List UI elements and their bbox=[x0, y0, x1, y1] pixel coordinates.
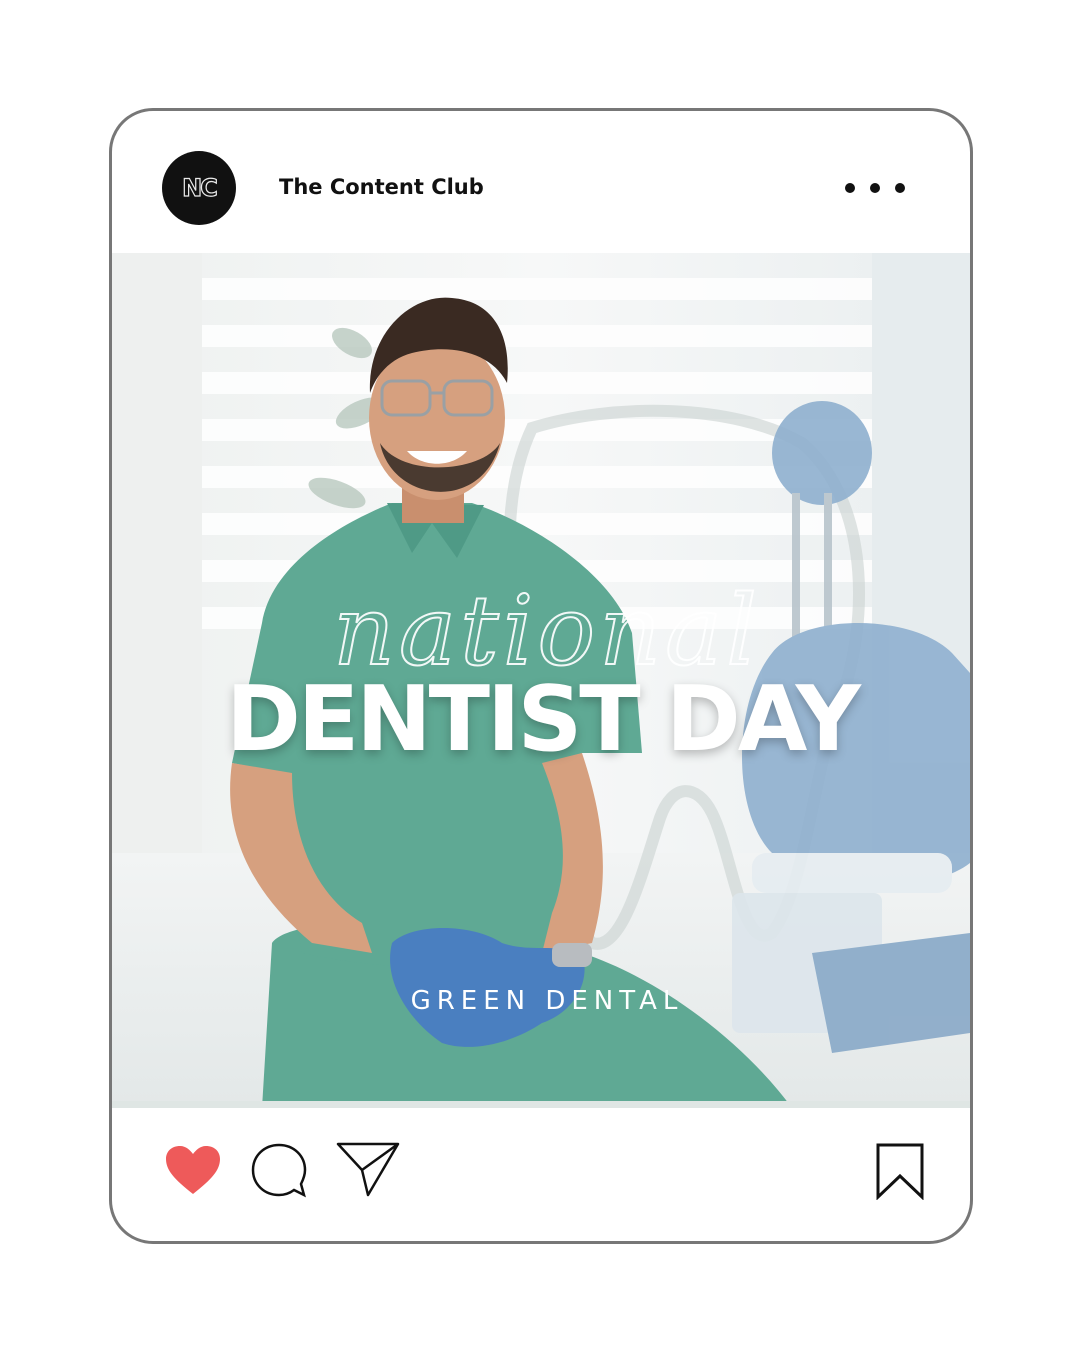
main-title: DENTIST DAY bbox=[226, 667, 861, 772]
post-card: NC The Content Club national DENTIST DAY… bbox=[109, 108, 973, 1244]
avatar-initials: NC bbox=[182, 173, 219, 202]
paper-plane-icon[interactable] bbox=[336, 1140, 400, 1203]
post-header: NC The Content Club bbox=[112, 111, 970, 253]
account-name[interactable]: The Content Club bbox=[279, 175, 484, 199]
heart-icon[interactable] bbox=[164, 1144, 222, 1201]
avatar[interactable]: NC bbox=[162, 151, 236, 225]
bookmark-icon[interactable] bbox=[875, 1142, 925, 1205]
action-bar bbox=[112, 1108, 970, 1241]
post-image[interactable]: national DENTIST DAY GREEN DENTAL bbox=[112, 253, 970, 1108]
comment-icon[interactable] bbox=[250, 1142, 308, 1205]
brand-name: GREEN DENTAL bbox=[410, 986, 684, 1016]
more-options-icon[interactable] bbox=[845, 177, 905, 199]
